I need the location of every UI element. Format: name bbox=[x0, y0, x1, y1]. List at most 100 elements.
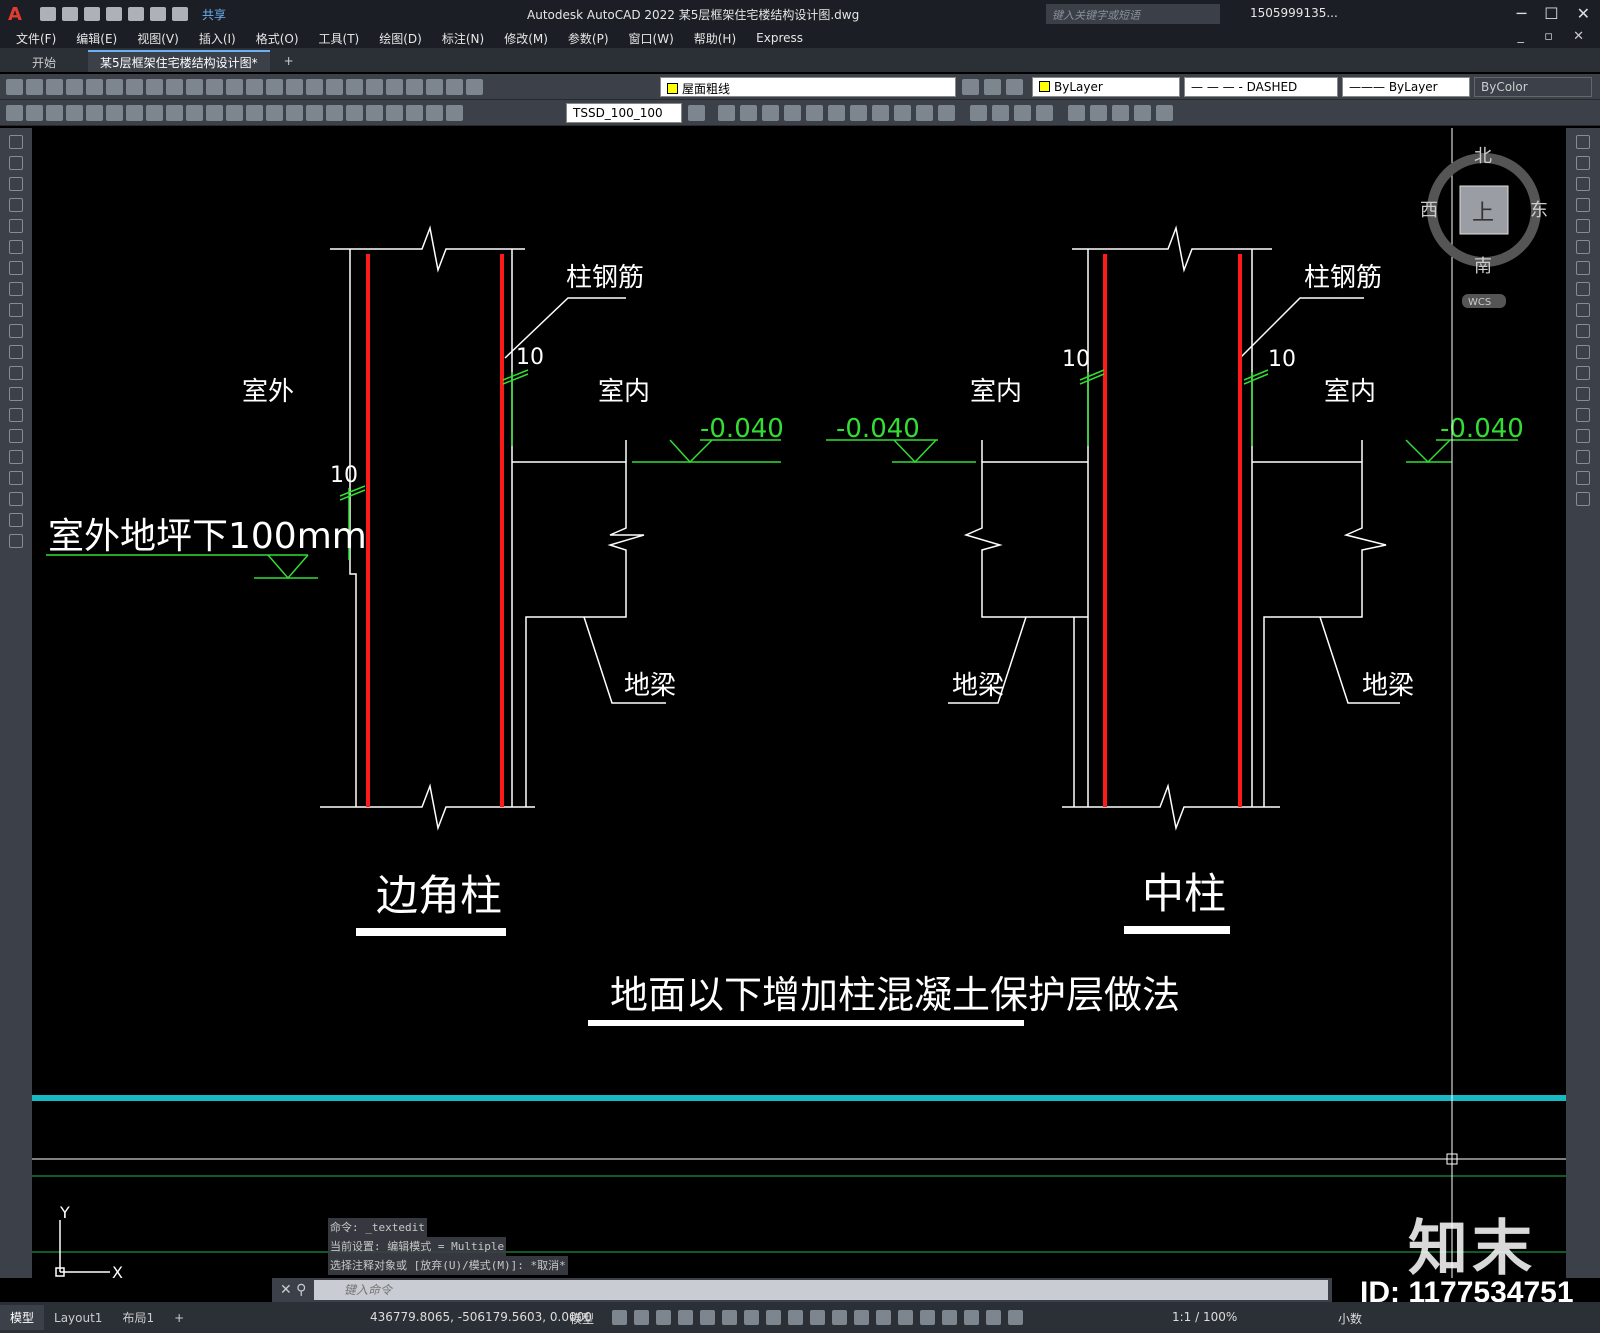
ordinate-icon[interactable] bbox=[126, 104, 143, 121]
plot-icon[interactable] bbox=[128, 7, 144, 21]
3d-wedge-icon[interactable] bbox=[806, 105, 823, 121]
ucs-origin-icon[interactable] bbox=[1112, 105, 1129, 121]
line-icon[interactable] bbox=[9, 135, 23, 149]
pan-icon[interactable] bbox=[246, 78, 263, 95]
redo-icon[interactable] bbox=[226, 78, 243, 95]
blend-curves-icon[interactable] bbox=[1576, 471, 1590, 485]
make-current-icon[interactable] bbox=[984, 79, 1001, 95]
zoom-window-icon[interactable] bbox=[286, 78, 303, 95]
sweep-icon[interactable] bbox=[894, 105, 911, 121]
properties-icon[interactable] bbox=[326, 78, 343, 95]
print-icon[interactable] bbox=[66, 78, 83, 95]
viewcube-north[interactable]: 北 bbox=[1474, 146, 1492, 167]
radius-icon[interactable] bbox=[146, 104, 163, 121]
copy-icon[interactable] bbox=[146, 78, 163, 95]
viewcube-west[interactable]: 西 bbox=[1420, 200, 1438, 221]
annotation-visibility-icon[interactable] bbox=[964, 1310, 979, 1325]
tab-start[interactable]: 开始 bbox=[20, 50, 69, 72]
menu-tools[interactable]: 工具(T) bbox=[319, 30, 360, 47]
grid-icon[interactable] bbox=[612, 1310, 627, 1325]
new-tab-icon[interactable]: + bbox=[284, 54, 294, 72]
preview-icon[interactable] bbox=[86, 78, 103, 95]
tssd-icon[interactable] bbox=[26, 104, 43, 121]
viewcube-east[interactable]: 东 bbox=[1530, 200, 1548, 221]
dim-edit-icon[interactable] bbox=[406, 104, 423, 121]
region-icon[interactable] bbox=[9, 471, 23, 485]
construction-line-icon[interactable] bbox=[9, 156, 23, 170]
dim-break-icon[interactable] bbox=[306, 104, 323, 121]
doc-window-controls[interactable]: _ ▫ ✕ bbox=[1518, 29, 1592, 44]
add-layout-icon[interactable]: + bbox=[164, 1307, 194, 1329]
aligned-dim-icon[interactable] bbox=[86, 104, 103, 121]
dim-text-edit-icon[interactable] bbox=[426, 104, 443, 121]
trim-icon[interactable] bbox=[1576, 324, 1590, 338]
menu-dimension[interactable]: 标注(N) bbox=[442, 30, 484, 47]
new-icon[interactable] bbox=[40, 7, 56, 21]
dynamic-ucs-icon[interactable] bbox=[898, 1310, 913, 1325]
ucs-view-icon[interactable] bbox=[1134, 105, 1151, 121]
polygon-icon[interactable] bbox=[9, 198, 23, 212]
scale-icon[interactable] bbox=[1576, 282, 1590, 296]
spline-icon[interactable] bbox=[9, 303, 23, 317]
selection-cycling-icon[interactable] bbox=[854, 1310, 869, 1325]
close-icon[interactable]: ✕ bbox=[1577, 4, 1590, 23]
erase-icon[interactable] bbox=[1576, 135, 1590, 149]
3d-cone-icon[interactable] bbox=[784, 105, 801, 121]
color-dropdown[interactable]: ByLayer bbox=[1032, 77, 1180, 97]
jogged-icon[interactable] bbox=[166, 104, 183, 121]
layer-state-icon[interactable] bbox=[962, 79, 979, 95]
diameter-icon[interactable] bbox=[186, 104, 203, 121]
slice-icon[interactable] bbox=[1014, 105, 1031, 121]
inspect-icon[interactable] bbox=[366, 104, 383, 121]
share-button[interactable]: 共享 bbox=[202, 6, 226, 23]
open-icon[interactable] bbox=[62, 7, 78, 21]
redo-icon[interactable] bbox=[172, 7, 188, 21]
center-mark-icon[interactable] bbox=[346, 104, 363, 121]
drawing-canvas[interactable]: 室外 室内 柱钢筋 地梁 10 10 室外地坪下100mm 边角柱 -0.040 bbox=[32, 128, 1566, 1278]
add-selected-icon[interactable] bbox=[9, 534, 23, 548]
linear-dim-icon[interactable] bbox=[66, 104, 83, 121]
publish-icon[interactable] bbox=[106, 78, 123, 95]
arc-length-icon[interactable] bbox=[106, 104, 123, 121]
lineweight-icon[interactable] bbox=[810, 1310, 825, 1325]
viewcube-south[interactable]: 南 bbox=[1474, 256, 1492, 277]
revision-cloud-icon[interactable] bbox=[9, 282, 23, 296]
join-icon[interactable] bbox=[1576, 408, 1590, 422]
search-input[interactable]: 键入关键字或短语 bbox=[1046, 4, 1220, 24]
insert-block-icon[interactable] bbox=[9, 366, 23, 380]
menu-parametric[interactable]: 参数(P) bbox=[568, 30, 609, 47]
3d-cylinder-icon[interactable] bbox=[762, 105, 779, 121]
snap-icon[interactable] bbox=[634, 1310, 649, 1325]
viewcube-top[interactable]: 上 bbox=[1472, 201, 1494, 226]
menu-express[interactable]: Express bbox=[756, 31, 803, 45]
menu-modify[interactable]: 修改(M) bbox=[504, 30, 548, 47]
dim-space-icon[interactable] bbox=[286, 104, 303, 121]
menu-edit[interactable]: 编辑(E) bbox=[76, 30, 117, 47]
lineweight-dropdown[interactable]: ——— ByLayer bbox=[1342, 77, 1470, 97]
make-block-icon[interactable] bbox=[9, 387, 23, 401]
undo-icon[interactable] bbox=[150, 7, 166, 21]
infer-icon[interactable] bbox=[656, 1310, 671, 1325]
selection-filter-icon[interactable] bbox=[920, 1310, 935, 1325]
undo-icon[interactable] bbox=[206, 78, 223, 95]
save-as-icon[interactable] bbox=[106, 7, 122, 21]
polar-icon[interactable] bbox=[722, 1310, 737, 1325]
3d-box-icon[interactable] bbox=[718, 105, 735, 121]
viewcube[interactable]: 上 北 南 西 东 WCS bbox=[1420, 146, 1548, 308]
help-icon[interactable] bbox=[446, 78, 463, 95]
3d-sphere-icon[interactable] bbox=[740, 105, 757, 121]
calculator-icon[interactable] bbox=[426, 78, 443, 95]
gizmo-icon[interactable] bbox=[942, 1310, 957, 1325]
new-icon[interactable] bbox=[6, 78, 23, 95]
ucs-icon[interactable] bbox=[1068, 105, 1085, 121]
offset-icon[interactable] bbox=[1576, 198, 1590, 212]
point-icon[interactable] bbox=[9, 408, 23, 422]
ellipse-icon[interactable] bbox=[9, 324, 23, 338]
match-properties-icon[interactable] bbox=[186, 78, 203, 95]
save-icon[interactable] bbox=[46, 78, 63, 95]
angular-icon[interactable] bbox=[206, 104, 223, 121]
layer-manager-icon[interactable] bbox=[466, 78, 483, 95]
hatch-icon[interactable] bbox=[9, 429, 23, 443]
zoom-icon[interactable] bbox=[266, 78, 283, 95]
menu-draw[interactable]: 绘图(D) bbox=[379, 30, 422, 47]
